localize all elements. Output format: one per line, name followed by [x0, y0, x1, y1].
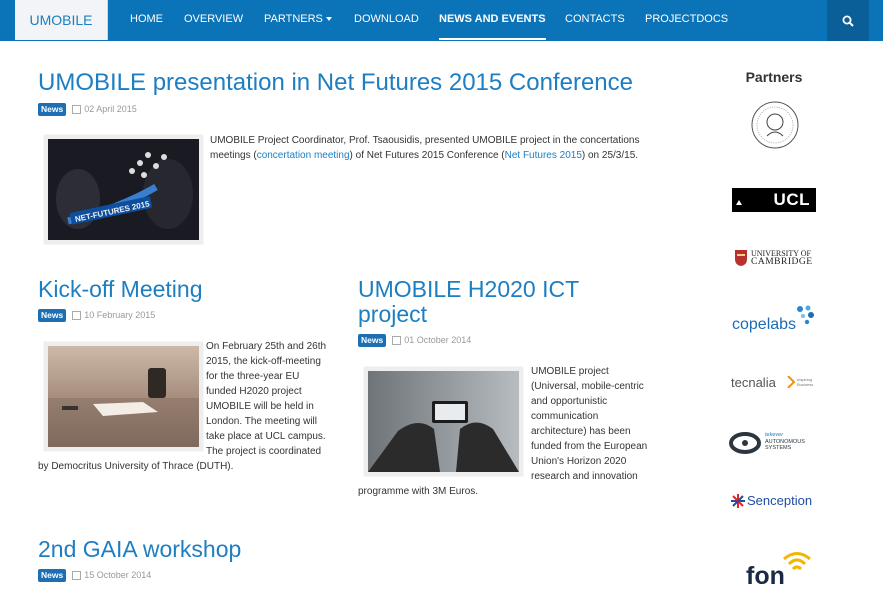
net-futures-link[interactable]: Net Futures 2015 — [505, 150, 582, 161]
calendar-icon — [72, 310, 82, 320]
news-badge[interactable]: News — [38, 568, 67, 582]
article-meta: News 01 October 2014 — [358, 333, 471, 347]
news-badge[interactable]: News — [38, 102, 67, 116]
copelabs-logo-text: copelabs — [732, 316, 797, 333]
fon-logo-text: fon — [746, 562, 785, 590]
article-date: 02 April 2015 — [84, 104, 137, 114]
tecnalia-logo-text: tecnalia — [731, 375, 776, 390]
article-summary: UMOBILE project (Universal, mobile-centr… — [358, 364, 650, 499]
ucl-logo-text: UCL — [773, 190, 810, 209]
chevron-down-icon — [325, 17, 332, 22]
article-title-net-futures[interactable]: UMOBILE presentation in Net Futures 2015… — [38, 70, 633, 95]
concertation-meeting-link[interactable]: concertation meeting — [257, 150, 350, 161]
cambridge-line2: CAMBRIDGE — [751, 257, 813, 267]
duth-seal-icon — [751, 101, 799, 149]
tecnalia-tagline: Inspiring Business — [797, 377, 814, 387]
nav-download[interactable]: DOWNLOAD — [354, 0, 419, 41]
cambridge-crest-icon — [735, 250, 747, 266]
float-spacer — [38, 339, 206, 454]
summary-text: ) on 25/3/15. — [581, 150, 639, 161]
article-meta: News 02 April 2015 — [38, 102, 137, 116]
top-navbar: UMOBILE HOME OVERVIEW PARTNERS DOWNLOAD … — [0, 0, 883, 41]
net-futures-photo: NET-FUTURES 2015 — [48, 139, 199, 240]
calendar-icon — [72, 570, 82, 580]
news-badge[interactable]: News — [38, 308, 67, 322]
article-date: 10 February 2015 — [84, 310, 156, 320]
cambridge-logo[interactable]: UNIVERSITY OF CAMBRIDGE — [734, 248, 820, 268]
tekever-line3: SYSTEMS — [765, 445, 792, 451]
article-title-kickoff[interactable]: Kick-off Meeting — [38, 277, 202, 302]
search-button[interactable] — [827, 0, 869, 41]
article-date: 01 October 2014 — [404, 335, 472, 345]
calendar-icon — [72, 104, 82, 114]
tekever-swoosh-icon — [729, 432, 761, 454]
tecnalia-mark-icon — [787, 376, 795, 388]
senception-logo[interactable]: Senception — [730, 491, 822, 511]
ucl-mark-icon — [736, 200, 742, 205]
duth-logo[interactable] — [750, 100, 800, 155]
copelabs-dots-icon — [797, 305, 814, 325]
float-spacer — [358, 364, 531, 470]
nav-partners-label: PARTNERS — [264, 13, 323, 25]
calendar-icon — [392, 335, 402, 345]
wifi-icon — [783, 552, 811, 571]
brand-logo[interactable]: UMOBILE — [15, 0, 108, 40]
article-meta: News 10 February 2015 — [38, 308, 155, 322]
article-title-h2020[interactable]: UMOBILE H2020 ICT project — [358, 277, 608, 327]
nav-partners[interactable]: PARTNERS — [264, 0, 332, 41]
article-title-gaia[interactable]: 2nd GAIA workshop — [38, 537, 241, 562]
ucl-logo[interactable]: UCL — [732, 188, 816, 212]
article-summary: On February 25th and 26th 2015, the kick… — [38, 339, 330, 474]
article-date: 15 October 2014 — [84, 570, 152, 580]
article-summary: UMOBILE Project Coordinator, Prof. Tsaou… — [210, 133, 650, 163]
nav-contacts[interactable]: CONTACTS — [565, 0, 625, 41]
nav-home[interactable]: HOME — [130, 0, 163, 41]
summary-text: ) of Net Futures 2015 Conference ( — [349, 150, 505, 161]
tekever-logo[interactable]: tekever AUTONOMOUS SYSTEMS — [729, 430, 823, 456]
senception-logo-text: Senception — [747, 493, 813, 508]
partners-heading: Partners — [745, 69, 803, 85]
tecnalia-logo[interactable]: tecnalia Inspiring Business — [731, 374, 823, 392]
news-badge[interactable]: News — [358, 333, 387, 347]
nav-news-and-events[interactable]: NEWS AND EVENTS — [439, 0, 546, 41]
copelabs-logo[interactable]: copelabs — [732, 304, 822, 338]
search-icon — [842, 15, 854, 27]
nav-projectdocs[interactable]: PROJECTDOCS — [645, 0, 728, 41]
article-thumbnail[interactable]: NET-FUTURES 2015 — [44, 135, 203, 244]
fon-logo[interactable]: fon — [744, 550, 814, 590]
senception-burst-icon — [731, 494, 745, 508]
nav-overview[interactable]: OVERVIEW — [184, 0, 243, 41]
article-meta: News 15 October 2014 — [38, 568, 151, 582]
